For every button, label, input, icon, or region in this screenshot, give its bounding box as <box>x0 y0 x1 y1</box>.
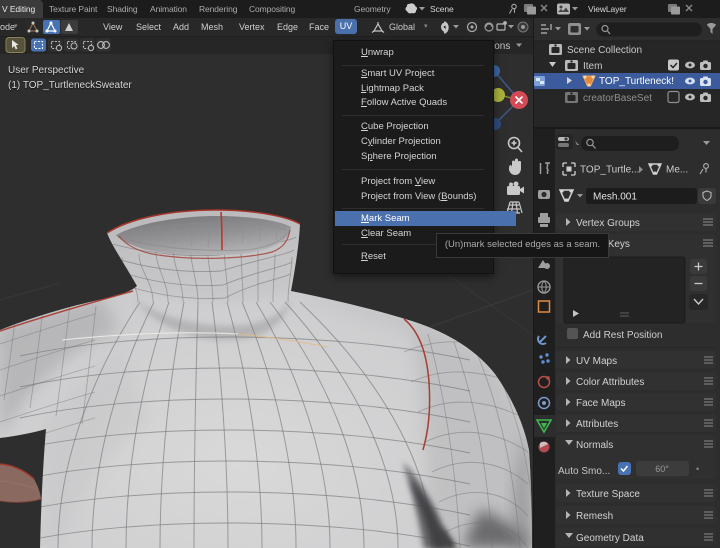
svg-text:Normals: Normals <box>576 440 613 451</box>
svg-text:UV Maps: UV Maps <box>576 356 617 367</box>
svg-text:Attributes: Attributes <box>576 419 618 430</box>
svg-text:Texture Space: Texture Space <box>576 489 640 500</box>
svg-text:Color Attributes: Color Attributes <box>576 377 644 388</box>
svg-text:Scene Collection: Scene Collection <box>567 45 642 56</box>
svg-text:•: • <box>696 464 699 474</box>
svg-text:60°: 60° <box>655 464 669 474</box>
svg-text:Auto Smo...: Auto Smo... <box>558 466 610 477</box>
svg-text:TOP_Turtleneck!: TOP_Turtleneck! <box>599 76 674 87</box>
svg-text:Face Maps: Face Maps <box>576 398 625 409</box>
svg-text:creatorBaseSet: creatorBaseSet <box>583 93 652 104</box>
svg-text:Remesh: Remesh <box>576 511 613 522</box>
svg-text:Geometry Data: Geometry Data <box>576 533 644 544</box>
svg-text:Item: Item <box>583 61 602 72</box>
